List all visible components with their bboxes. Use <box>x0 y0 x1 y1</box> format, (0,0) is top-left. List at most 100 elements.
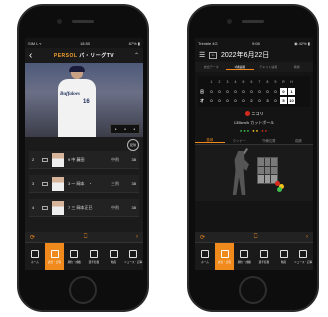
tab-item[interactable]: 選手名鑑 <box>84 243 104 270</box>
tab-item[interactable]: ニュース・記事 <box>123 243 143 270</box>
tab-item[interactable]: 試合・日程 <box>44 243 65 270</box>
tab-label: 選手名鑑 <box>88 260 100 264</box>
inning-header: 6 <box>250 80 253 84</box>
tab-label: ホーム <box>30 260 39 264</box>
game-tab[interactable]: 1球速報 <box>225 65 254 70</box>
inning-header: 4 <box>234 80 237 84</box>
game-tab[interactable]: 戦術 <box>283 65 312 69</box>
tab-label: ニュース・記事 <box>124 260 143 264</box>
player-avatar <box>52 176 64 191</box>
play-result: 三飛 <box>111 180 119 186</box>
team-spacer <box>200 79 206 86</box>
back-icon[interactable]: ‹ <box>29 50 39 61</box>
camera <box>227 19 232 24</box>
jersey-text: Buffaloes <box>60 92 80 97</box>
inning-header: 3 <box>226 80 229 84</box>
play-row[interactable]: 2 9 中 藤田 中飛 38 <box>29 151 139 169</box>
tab-item[interactable]: ホーム <box>195 243 215 270</box>
base-icon <box>42 157 48 162</box>
detail-tab[interactable]: 成績 <box>284 138 314 143</box>
player-avatar <box>52 152 64 167</box>
tab-icon <box>259 249 268 258</box>
inning-score: 0 <box>218 89 221 94</box>
refresh-icon[interactable]: ⟳ <box>200 234 205 241</box>
tab-label: 動画 <box>280 260 287 264</box>
game-tab[interactable]: 試合データ <box>197 65 226 69</box>
strike-zone-view <box>195 145 313 201</box>
tab-icon <box>70 249 79 258</box>
carrier: SIM L ▿ <box>28 40 42 46</box>
bottom-tab-bar: ホーム 試合・日程 順位・成績 選手名鑑 動画 ニュース・記事 <box>195 242 313 270</box>
status-bar: Trimble 4G 9:08 ◉ 42% ▮ <box>195 38 313 48</box>
game-tabs: 試合データ 1球速報 テキスト速報 戦術 <box>195 62 313 72</box>
camera <box>57 19 62 24</box>
chevron-right-icon[interactable]: › <box>306 234 308 240</box>
pitch-info: ニコリ 135km/h カットボール ●●● ●● ●● <box>195 107 313 133</box>
score-team-row: オ 0 0 0 0 0 2 0 3 0 5 10 <box>198 96 310 105</box>
play-row[interactable]: 3 3 一 岡本 ・ 三飛 38 <box>29 175 139 193</box>
tab-icon <box>200 249 209 258</box>
screen-right: Trimble 4G 9:08 ◉ 42% ▮ ☰ 31 2022年6月22日 … <box>195 38 313 270</box>
tab-item[interactable]: ホーム <box>25 243 45 270</box>
app-bar: ‹ PERSOL パ・リーグTV ⌃ <box>25 48 143 63</box>
inning-header: 7 <box>258 80 261 84</box>
play-stat: 38 <box>131 181 136 186</box>
inning-score: 0 <box>258 98 261 103</box>
status-bar: SIM L ▿ 18:50 87% ▮ <box>25 38 143 48</box>
inning-header: 2 <box>218 80 221 84</box>
base-icon <box>42 181 48 186</box>
tab-label: 順位・成績 <box>67 260 81 264</box>
team-abbr: 日 <box>200 89 204 94</box>
tab-icon <box>279 249 288 258</box>
tab-item[interactable]: ニュース・記事 <box>293 243 313 270</box>
tab-item[interactable]: 選手名鑑 <box>254 243 274 270</box>
play-result: 中飛 <box>111 204 119 210</box>
game-tab[interactable]: テキスト速報 <box>254 65 283 69</box>
tab-label: ニュース・記事 <box>294 260 313 264</box>
replay-badge[interactable]: 配球 <box>127 139 139 151</box>
score-total: 10 <box>288 97 295 104</box>
detail-tab[interactable]: 投球 <box>195 137 225 143</box>
pitch-marker[interactable] <box>277 187 282 192</box>
line-score: 1 2 3 4 5 6 7 8 9 R H 日 0 0 0 0 0 0 0 0 0 0 1 オ 0 0 0 0 0 2 0 3 0 5 10 <box>198 76 310 107</box>
tab-item[interactable]: 順位・成績 <box>234 243 254 270</box>
tab-item[interactable]: 試合・日程 <box>214 243 235 270</box>
tab-icon <box>30 249 39 258</box>
tab-item[interactable]: 動画 <box>104 243 124 270</box>
refresh-icon[interactable]: ⟳ <box>30 234 35 241</box>
tab-item[interactable]: 動画 <box>274 243 294 270</box>
play-row[interactable]: 4 7 三 岡本正巳 中飛 38 <box>29 199 139 217</box>
inning-header: 1 <box>210 80 213 84</box>
score-header-row: 1 2 3 4 5 6 7 8 9 R H <box>198 78 310 87</box>
home-button[interactable] <box>239 276 267 304</box>
play-by-play-list: 配球 29 中 藤田 中飛 38 3 3 一 岡本 ・三飛 38 4 7 三 岡本正巳 中飛 38 <box>25 137 143 237</box>
inning-header: 5 <box>242 80 245 84</box>
chevron-up-icon[interactable]: ⌃ <box>129 52 139 59</box>
player-name: 9 中 藤田 <box>68 156 85 162</box>
calendar-icon[interactable]: 31 <box>209 51 217 59</box>
chevron-right-icon[interactable]: › <box>136 234 138 240</box>
detail-tab[interactable]: ランナー <box>225 138 255 143</box>
detail-tab[interactable]: 守備位置 <box>254 138 284 143</box>
app-logo-main: パ・リーグTV <box>79 53 115 59</box>
tab-item[interactable]: 順位・成績 <box>64 243 84 270</box>
tab-icon <box>50 249 59 258</box>
speaker <box>242 20 264 23</box>
inning-score: 0 <box>274 89 277 94</box>
base-icon <box>42 205 48 210</box>
tab-icon <box>129 249 138 258</box>
tab-label: 選手名鑑 <box>258 260 270 264</box>
player-name: 3 一 岡本 ・ <box>68 180 93 186</box>
tab-label: ホーム <box>200 260 209 264</box>
share-icon[interactable]: ⎕ <box>254 234 258 241</box>
pitcher-name: ニコリ <box>251 111 264 116</box>
home-button[interactable] <box>69 276 97 304</box>
inning-score: 3 <box>266 98 269 103</box>
score-total: 1 <box>288 88 295 95</box>
inning-score: 0 <box>258 89 261 94</box>
tab-label: 動画 <box>110 260 117 264</box>
share-icon[interactable]: ⎕ <box>84 234 88 241</box>
video-player[interactable]: Buffaloes 16 ● ● ● <box>25 63 143 137</box>
speaker <box>72 20 94 23</box>
menu-icon[interactable]: ☰ <box>199 51 209 59</box>
